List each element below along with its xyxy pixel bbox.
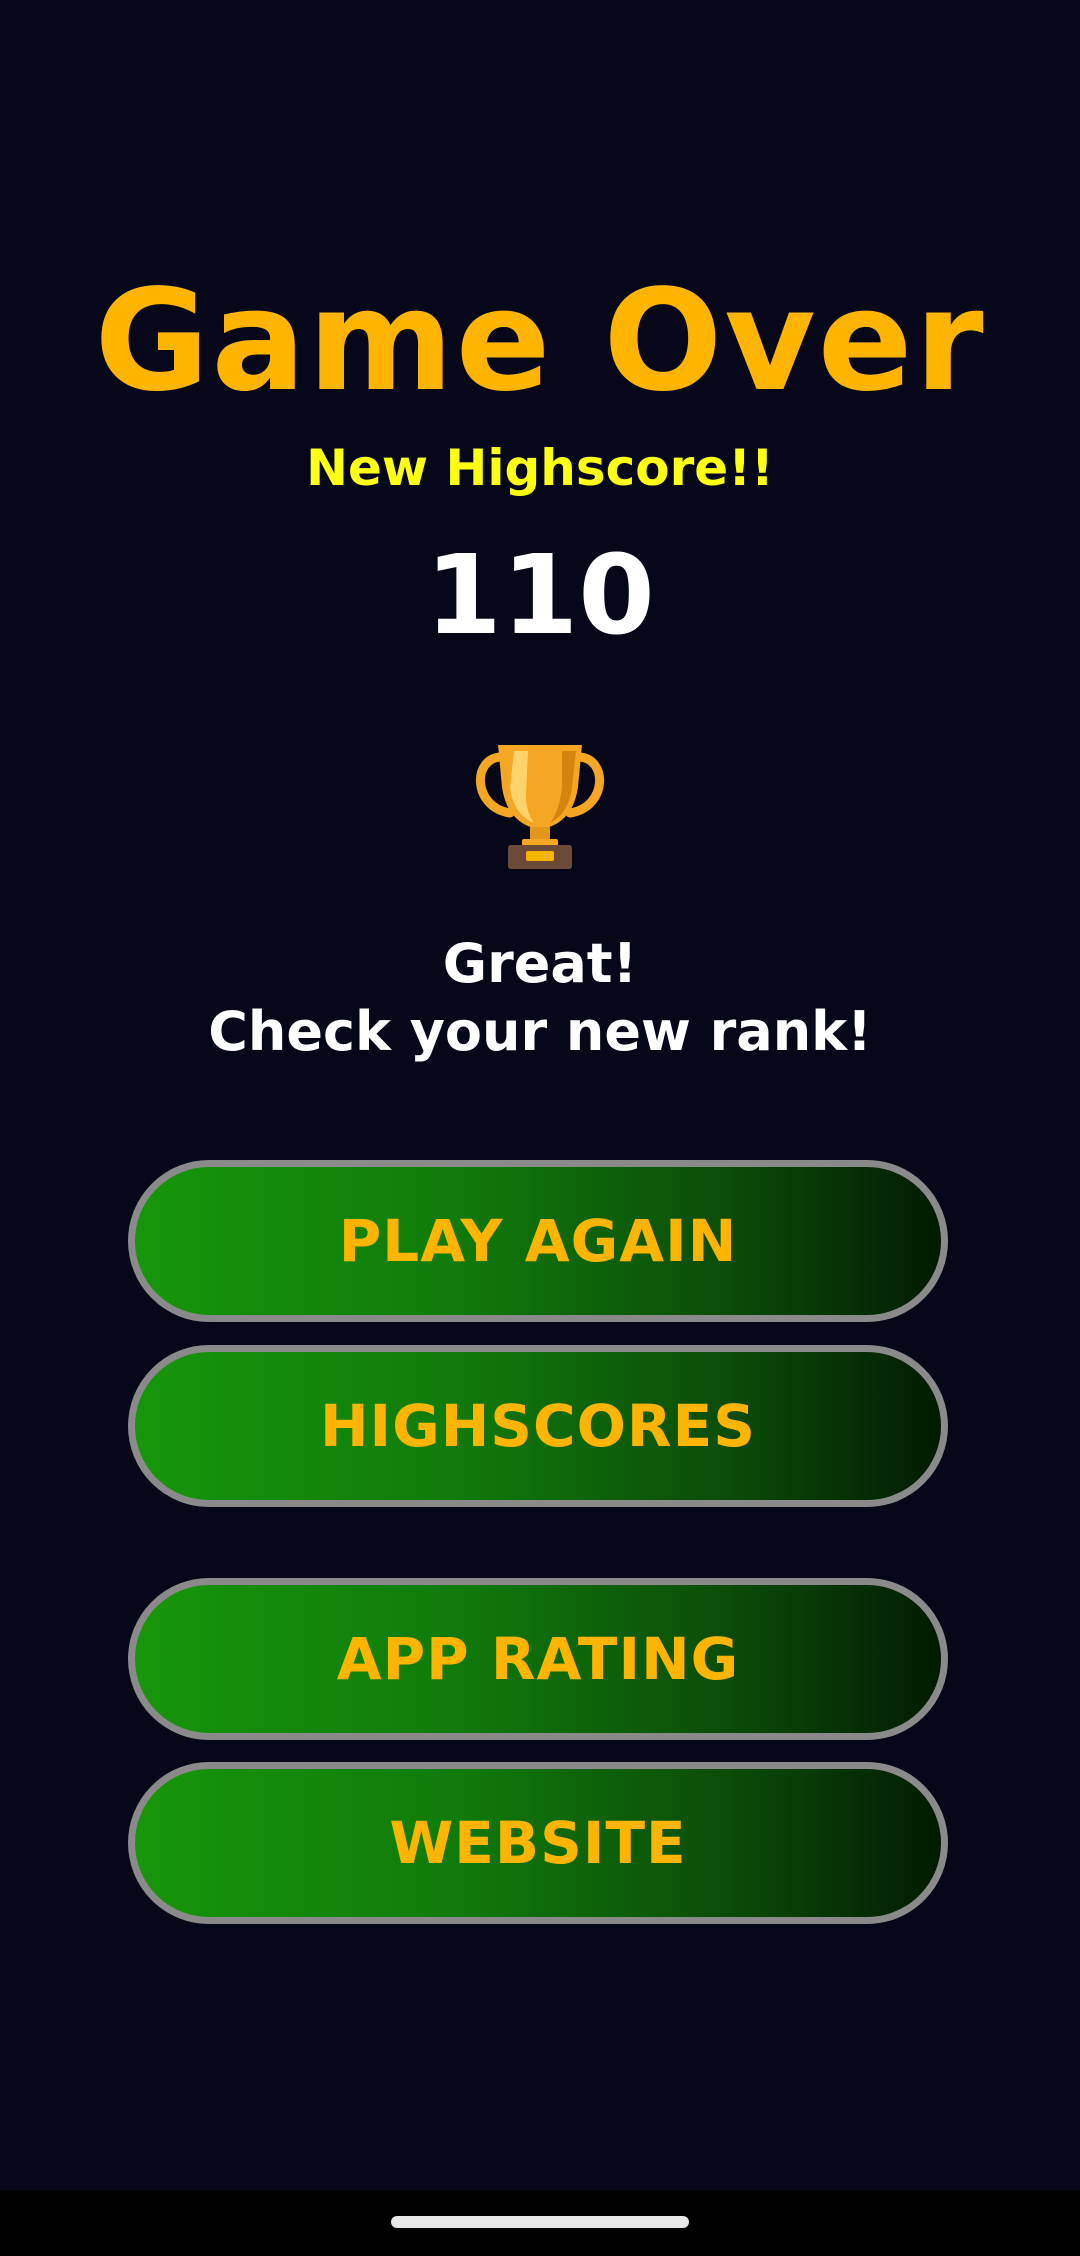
highscores-button[interactable]: HIGHSCORES xyxy=(128,1345,948,1507)
score-value: 110 xyxy=(425,531,655,659)
game-over-screen: Game Over New Highscore!! 110 Great! Che… xyxy=(0,0,1080,2256)
rank-message: Great! Check your new rank! xyxy=(0,930,1080,1066)
website-button[interactable]: WEBSITE xyxy=(128,1762,948,1924)
play-again-button[interactable]: PLAY AGAIN xyxy=(128,1160,948,1322)
home-gesture-handle[interactable] xyxy=(391,2216,689,2228)
new-highscore-label: New Highscore!! xyxy=(306,439,774,497)
app-rating-button[interactable]: APP RATING xyxy=(128,1578,948,1740)
message-line-2: Check your new rank! xyxy=(208,1000,872,1063)
message-line-1: Great! xyxy=(442,932,638,995)
trophy-icon xyxy=(470,735,610,870)
page-title: Game Over xyxy=(94,260,986,423)
